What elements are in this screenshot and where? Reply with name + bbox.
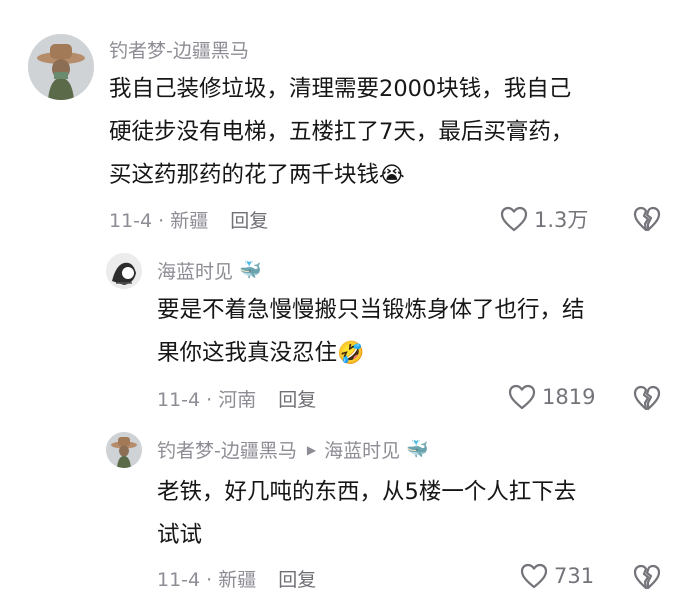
- date-location: 11-4 · 新疆: [109, 210, 209, 232]
- comment-body: 老铁，好几吨的东西，从5楼一个人扛下去 试试: [157, 471, 576, 557]
- crying-emoji-icon: 😭: [379, 163, 405, 188]
- heart-outline-icon: [520, 563, 548, 589]
- comment-line: 试试: [157, 522, 203, 548]
- whale-emoji-icon: 🐳: [239, 260, 262, 281]
- like-button[interactable]: 1819: [508, 384, 595, 410]
- comment-meta: 11-4 · 新疆 回复: [157, 565, 316, 592]
- avatar[interactable]: [106, 432, 142, 468]
- date-location: 11-4 · 新疆: [157, 569, 257, 591]
- comment-line: 我自己装修垃圾，清理需要2000块钱，我自己: [109, 76, 572, 102]
- dislike-button[interactable]: [633, 563, 661, 591]
- broken-heart-icon: [633, 206, 661, 232]
- avatar-cowboy-image: [106, 432, 142, 468]
- reply-button[interactable]: 回复: [278, 385, 316, 412]
- comment-meta: 11-4 · 河南 回复: [157, 385, 316, 412]
- reply-button[interactable]: 回复: [278, 565, 316, 592]
- avatar-cowboy-image: [28, 34, 94, 100]
- heart-outline-icon: [508, 384, 536, 410]
- username[interactable]: 钓者梦-边疆黑马: [109, 36, 249, 63]
- comment-line-text: 果你这我真没忍住: [157, 340, 338, 366]
- username[interactable]: 钓者梦-边疆黑马 ▶ 海蓝时见 🐳: [157, 436, 429, 463]
- dislike-button[interactable]: [633, 384, 661, 412]
- comment-line: 果你这我真没忍住🤣: [157, 332, 585, 375]
- username-text: 钓者梦-边疆黑马: [157, 440, 297, 462]
- username-text: 海蓝时见: [157, 261, 234, 283]
- reply-to-username[interactable]: 海蓝时见: [324, 436, 400, 463]
- comment-body: 我自己装修垃圾，清理需要2000块钱，我自己 硬徒步没有电梯，五楼扛了7天，最后…: [109, 68, 573, 197]
- comment-line-text: 买这药那药的花了两千块钱: [109, 162, 380, 188]
- username[interactable]: 海蓝时见 🐳: [157, 257, 261, 284]
- rolling-laughing-emoji-icon: 🤣: [337, 341, 365, 366]
- like-button[interactable]: 1.3万: [500, 204, 588, 234]
- comment-line: 老铁，好几吨的东西，从5楼一个人扛下去: [157, 479, 577, 505]
- whale-emoji-icon: 🐳: [406, 439, 429, 460]
- comment-meta: 11-4 · 新疆 回复: [109, 206, 268, 233]
- like-count: 1.3万: [534, 208, 589, 232]
- comment-line: 硬徒步没有电梯，五楼扛了7天，最后买膏药，: [109, 119, 574, 145]
- avatar-sketch-image: [106, 253, 142, 289]
- date-location: 11-4 · 河南: [157, 389, 257, 411]
- heart-outline-icon: [500, 206, 528, 232]
- broken-heart-icon: [633, 385, 661, 411]
- comment-line: 买这药那药的花了两千块钱😭: [109, 154, 573, 197]
- reply-button[interactable]: 回复: [230, 206, 268, 233]
- dislike-button[interactable]: [633, 205, 661, 233]
- like-count: 1819: [542, 385, 596, 409]
- avatar[interactable]: [106, 253, 142, 289]
- username-text: 钓者梦-边疆黑马: [109, 40, 249, 62]
- comment-body: 要是不着急慢慢搬只当锻炼身体了也行，结 果你这我真没忍住🤣: [157, 289, 585, 375]
- avatar[interactable]: [28, 34, 94, 100]
- like-count: 731: [554, 564, 595, 588]
- broken-heart-icon: [633, 564, 661, 590]
- comment-line: 要是不着急慢慢搬只当锻炼身体了也行，结: [157, 297, 585, 323]
- like-button[interactable]: 731: [520, 563, 594, 589]
- play-triangle-icon: ▶: [306, 442, 317, 457]
